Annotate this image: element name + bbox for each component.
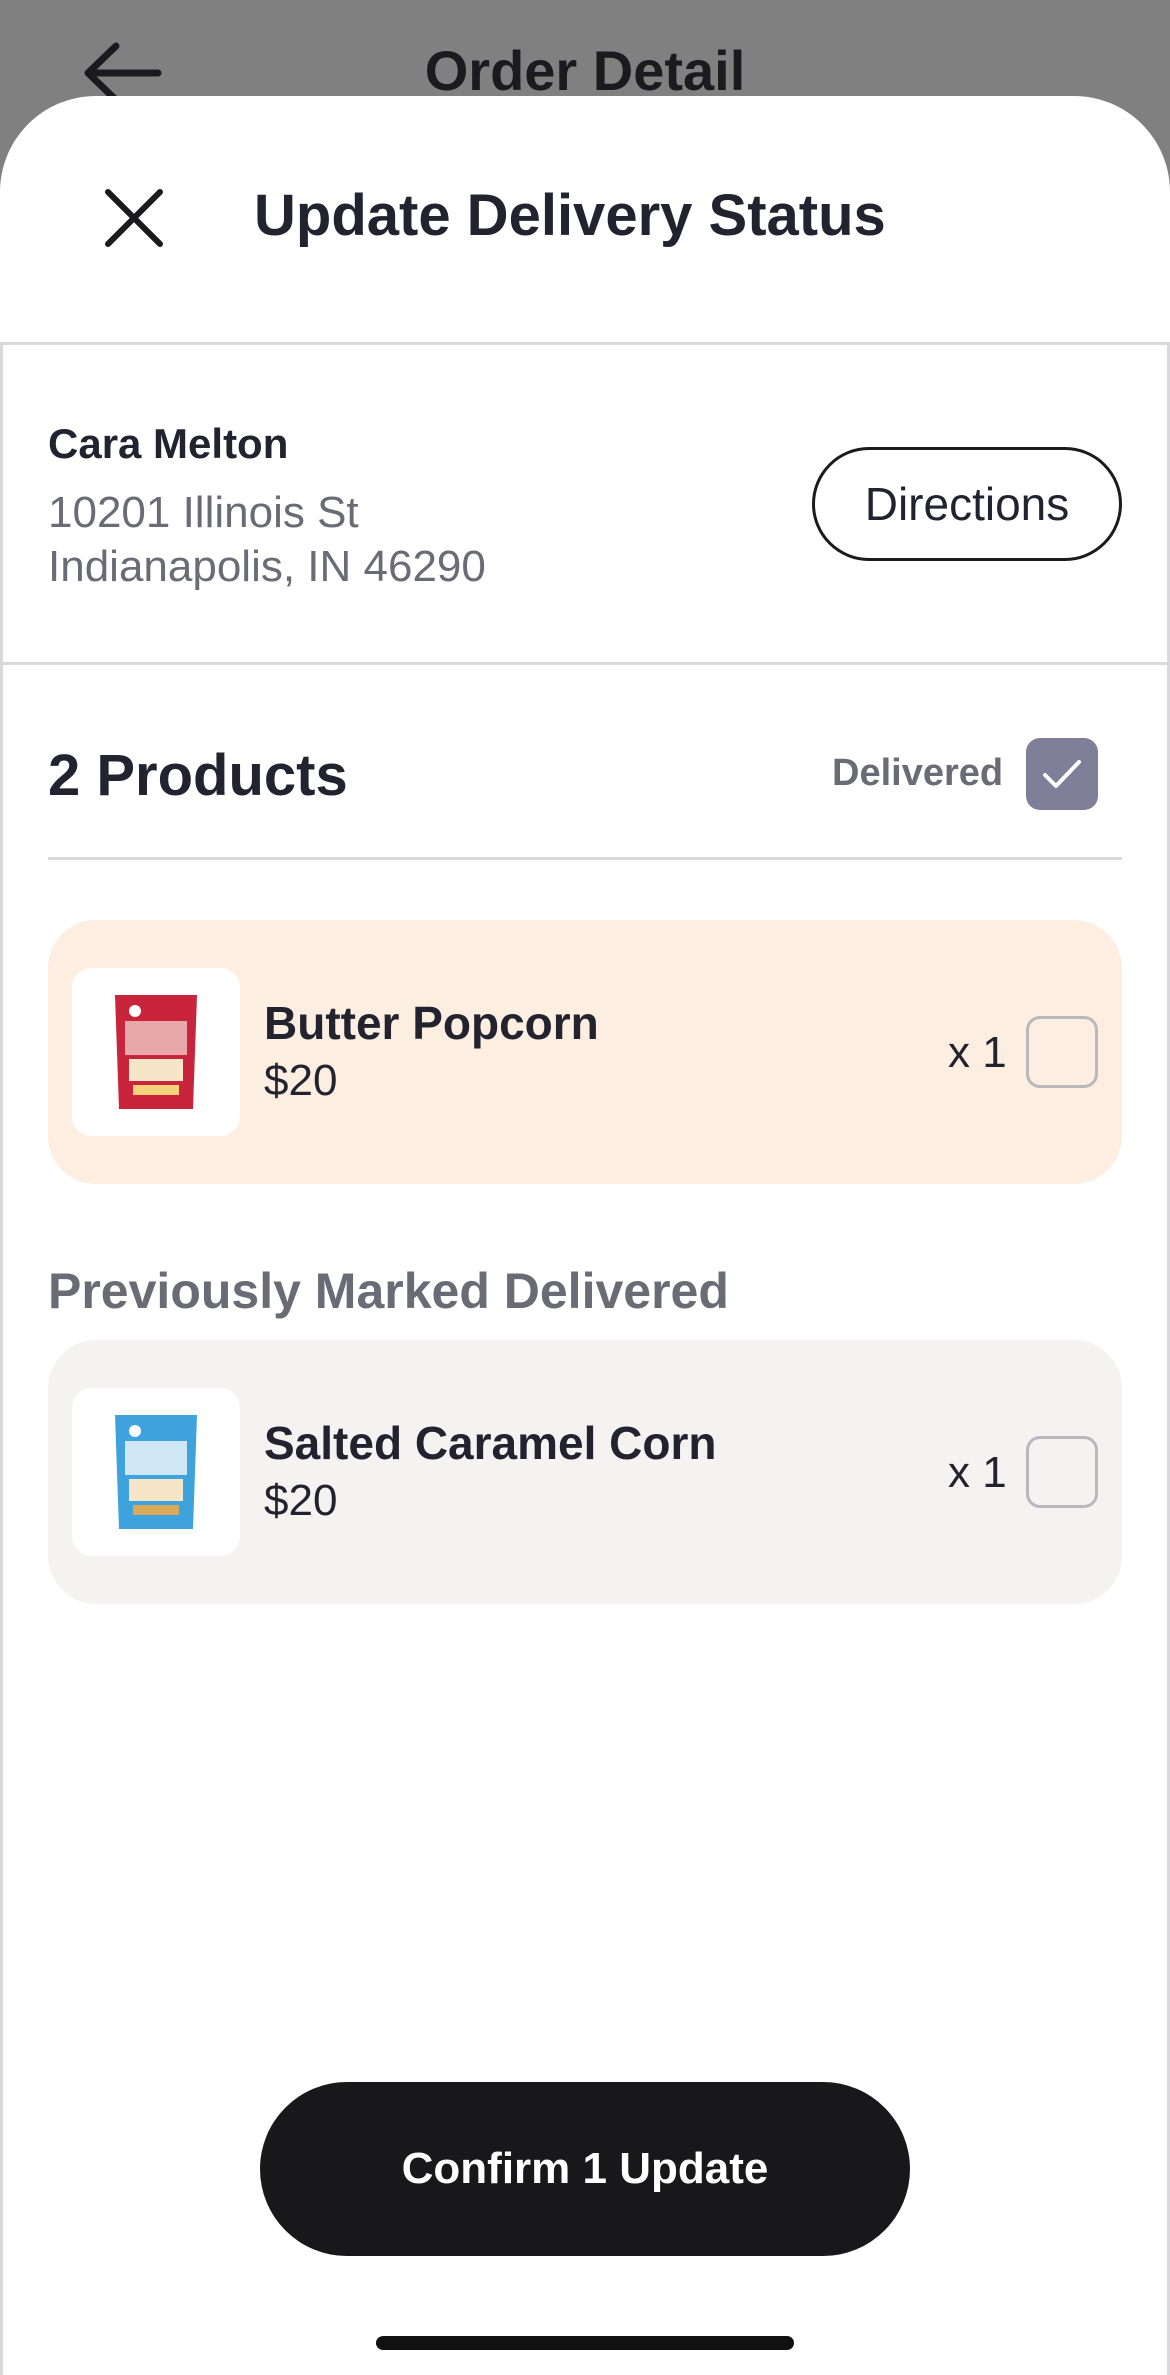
product-price: $20 <box>264 1476 338 1525</box>
checkmark-icon <box>1043 760 1081 788</box>
popcorn-bag-image <box>115 995 197 1109</box>
divider <box>0 342 3 2375</box>
product-name: Salted Caramel Corn <box>264 1417 717 1469</box>
product-delivered-checkbox[interactable] <box>1026 1016 1098 1088</box>
close-icon <box>105 189 163 247</box>
product-thumbnail <box>72 968 240 1136</box>
product-name: Butter Popcorn <box>264 997 599 1049</box>
delivered-label: Delivered <box>832 752 1004 794</box>
product-quantity: x 1 <box>948 1028 1007 1077</box>
address-line-2: Indianapolis, IN 46290 <box>48 542 486 591</box>
product-quantity: x 1 <box>948 1448 1007 1497</box>
background-title: Order Detail <box>424 39 746 102</box>
caramel-corn-bag-image <box>115 1415 197 1529</box>
product-price: $20 <box>264 1056 338 1105</box>
products-count-title: 2 Products <box>48 743 348 808</box>
sheet-title: Update Delivery Status <box>254 183 886 248</box>
product-card: Butter Popcorn $20 x 1 <box>48 920 1122 1184</box>
directions-button[interactable]: Directions <box>812 447 1122 561</box>
divider <box>0 662 1170 665</box>
product-delivered-checkbox[interactable] <box>1026 1436 1098 1508</box>
close-button[interactable] <box>96 180 172 256</box>
previously-delivered-label: Previously Marked Delivered <box>48 1263 729 1319</box>
confirm-update-button[interactable]: Confirm 1 Update <box>260 2082 910 2256</box>
divider <box>48 857 1122 860</box>
home-indicator <box>376 2336 794 2350</box>
delivered-all-checkbox[interactable] <box>1026 738 1098 810</box>
product-thumbnail <box>72 1388 240 1556</box>
divider <box>0 342 1170 345</box>
product-card: Salted Caramel Corn $20 x 1 <box>48 1340 1122 1604</box>
customer-name: Cara Melton <box>48 420 289 467</box>
address-line-1: 10201 Illinois St <box>48 488 359 537</box>
